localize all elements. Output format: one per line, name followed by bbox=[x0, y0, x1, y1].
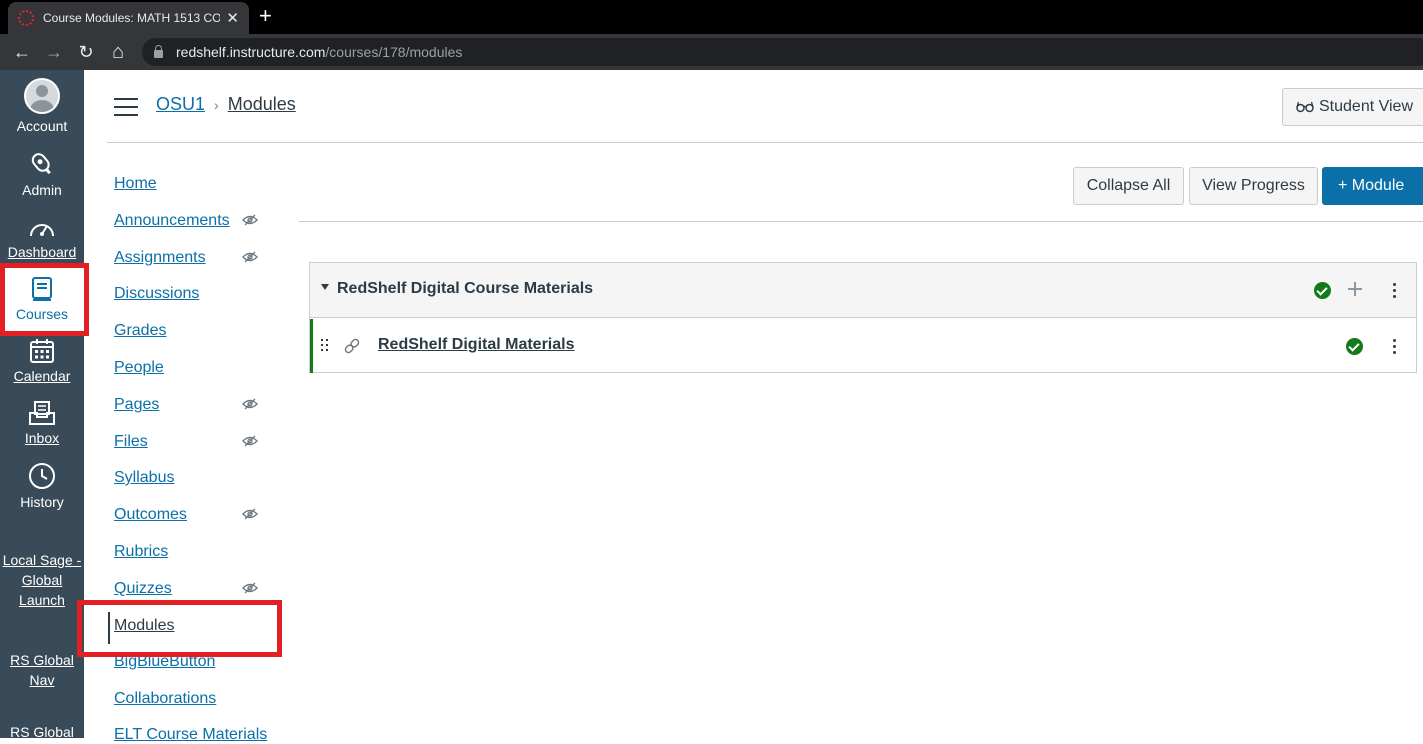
breadcrumb-separator: › bbox=[214, 96, 219, 113]
hidden-eye-icon bbox=[242, 398, 258, 410]
course-nav-grades[interactable]: Grades bbox=[114, 322, 166, 340]
hidden-eye-icon bbox=[242, 508, 258, 520]
module-options-icon[interactable] bbox=[1391, 283, 1397, 301]
student-view-label: Student View bbox=[1319, 98, 1413, 115]
hidden-eye-icon bbox=[242, 435, 258, 447]
global-nav-account[interactable]: Account bbox=[0, 78, 84, 136]
global-navigation: Account Admin Dashboard Courses Calendar… bbox=[0, 70, 84, 740]
global-nav-label: History bbox=[20, 494, 64, 510]
drag-handle-icon[interactable] bbox=[321, 339, 329, 353]
course-nav-elt-course-materials[interactable]: ELT Course Materials bbox=[114, 726, 267, 744]
header-divider bbox=[107, 142, 1423, 143]
global-nav-label: Nav bbox=[29, 672, 55, 688]
module-card: RedShelf Digital Course Materials RedShe… bbox=[309, 262, 1417, 373]
toolbar-divider bbox=[299, 221, 1423, 222]
published-check-icon[interactable] bbox=[1314, 282, 1331, 299]
published-check-icon[interactable] bbox=[1346, 338, 1363, 355]
glasses-icon bbox=[1296, 101, 1314, 113]
add-item-icon[interactable] bbox=[1348, 282, 1362, 296]
student-view-button[interactable]: Student View bbox=[1282, 88, 1423, 126]
global-nav-courses[interactable]: Courses bbox=[0, 268, 84, 334]
course-nav-announcements[interactable]: Announcements bbox=[114, 212, 230, 230]
calendar-icon bbox=[30, 339, 54, 363]
browser-address-bar: ← → ↻ ⌂ redshelf.instructure.com/courses… bbox=[0, 34, 1423, 70]
hidden-eye-icon bbox=[242, 251, 258, 263]
history-clock-icon bbox=[29, 463, 55, 489]
global-nav-label: Launch bbox=[19, 592, 65, 608]
course-menu-toggle-icon[interactable] bbox=[114, 98, 138, 116]
item-options-icon[interactable] bbox=[1391, 339, 1397, 357]
global-nav-dashboard[interactable]: Dashboard bbox=[0, 216, 84, 262]
external-link-icon bbox=[344, 338, 360, 354]
module-title: RedShelf Digital Course Materials bbox=[337, 280, 594, 297]
module-item-title[interactable]: RedShelf Digital Materials bbox=[378, 336, 575, 354]
dashboard-gauge-icon bbox=[30, 224, 54, 237]
add-module-button[interactable]: + Module bbox=[1322, 167, 1423, 205]
home-icon[interactable]: ⌂ bbox=[102, 41, 134, 64]
lock-icon bbox=[154, 44, 163, 58]
course-nav-outcomes[interactable]: Outcomes bbox=[114, 506, 187, 524]
global-nav-label: Inbox bbox=[24, 430, 60, 446]
global-nav-label: Admin bbox=[22, 182, 62, 198]
close-tab-icon[interactable]: ✕ bbox=[226, 9, 239, 27]
reload-icon[interactable]: ↻ bbox=[70, 42, 102, 63]
view-progress-button[interactable]: View Progress bbox=[1189, 167, 1318, 205]
global-nav-label: RS Global bbox=[10, 652, 74, 668]
global-nav-label: Calendar bbox=[13, 368, 71, 384]
browser-tab-bar: Course Modules: MATH 1513 CO ✕ + bbox=[0, 0, 1423, 34]
forward-arrow-icon[interactable]: → bbox=[38, 42, 70, 63]
global-nav-label: Courses bbox=[15, 306, 69, 322]
course-nav-quizzes[interactable]: Quizzes bbox=[114, 580, 172, 598]
collapse-all-button[interactable]: Collapse All bbox=[1073, 167, 1184, 205]
course-nav-modules[interactable]: Modules bbox=[114, 617, 174, 635]
global-nav-admin[interactable]: Admin bbox=[0, 150, 84, 200]
course-nav-rubrics[interactable]: Rubrics bbox=[114, 543, 168, 561]
hidden-eye-icon bbox=[242, 582, 258, 594]
course-nav-syllabus[interactable]: Syllabus bbox=[114, 469, 174, 487]
browser-tab[interactable]: Course Modules: MATH 1513 CO ✕ bbox=[8, 2, 249, 34]
collapse-caret-icon[interactable] bbox=[321, 284, 329, 290]
active-nav-indicator bbox=[108, 612, 110, 644]
global-nav-history[interactable]: History bbox=[0, 462, 84, 512]
breadcrumb: OSU1 › Modules bbox=[156, 94, 296, 115]
course-nav-files[interactable]: Files bbox=[114, 433, 148, 451]
courses-book-icon bbox=[32, 277, 52, 301]
course-nav-assignments[interactable]: Assignments bbox=[114, 249, 206, 267]
course-nav-pages[interactable]: Pages bbox=[114, 396, 159, 414]
course-nav-discussions[interactable]: Discussions bbox=[114, 285, 199, 303]
module-item: RedShelf Digital Materials bbox=[310, 319, 1416, 373]
global-nav-rs-global-2[interactable]: RS Global bbox=[0, 722, 84, 742]
course-nav-bigbluebutton[interactable]: BigBlueButton bbox=[114, 653, 215, 671]
global-nav-local-sage[interactable]: Local Sage - Global Launch bbox=[0, 550, 84, 610]
new-tab-icon[interactable]: + bbox=[259, 4, 272, 28]
global-nav-inbox[interactable]: Inbox bbox=[0, 400, 84, 448]
back-arrow-icon[interactable]: ← bbox=[6, 42, 38, 63]
global-nav-label: RS Global bbox=[10, 724, 74, 740]
breadcrumb-modules[interactable]: Modules bbox=[228, 94, 296, 115]
inbox-icon bbox=[29, 401, 55, 425]
module-header[interactable]: RedShelf Digital Course Materials bbox=[310, 263, 1416, 318]
global-nav-label: Account bbox=[16, 118, 68, 134]
breadcrumb-course[interactable]: OSU1 bbox=[156, 94, 205, 115]
canvas-favicon-icon bbox=[18, 10, 34, 26]
global-nav-rs-global[interactable]: RS Global Nav bbox=[0, 650, 84, 690]
global-nav-label: Local Sage - bbox=[2, 552, 82, 568]
admin-shield-icon bbox=[31, 153, 51, 175]
global-nav-label: Global bbox=[21, 572, 63, 588]
tab-title: Course Modules: MATH 1513 CO bbox=[43, 11, 221, 25]
global-nav-calendar[interactable]: Calendar bbox=[0, 338, 84, 386]
url-host: redshelf.instructure.com bbox=[176, 44, 326, 60]
url-path: /courses/178/modules bbox=[325, 44, 463, 60]
course-nav-collaborations[interactable]: Collaborations bbox=[114, 690, 216, 708]
url-input[interactable]: redshelf.instructure.com/courses/178/mod… bbox=[142, 38, 1423, 66]
course-nav-home[interactable]: Home bbox=[114, 175, 157, 193]
hidden-eye-icon bbox=[242, 214, 258, 226]
course-nav-people[interactable]: People bbox=[114, 359, 164, 377]
avatar bbox=[24, 78, 60, 114]
global-nav-label: Dashboard bbox=[7, 244, 77, 260]
